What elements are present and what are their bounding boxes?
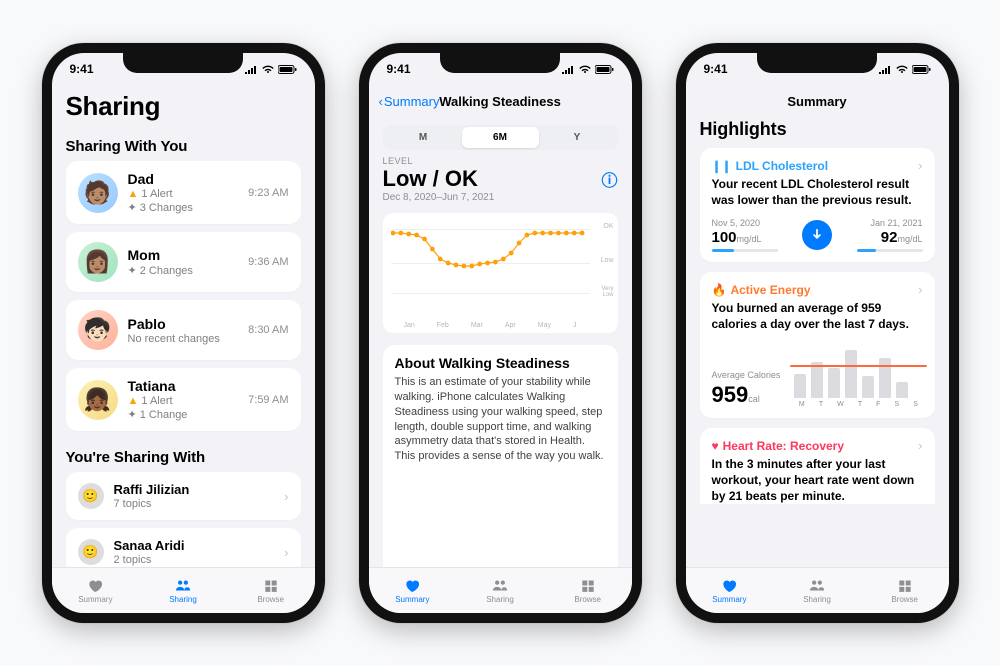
battery-icon	[278, 65, 297, 74]
level-value: Low / OK	[383, 166, 478, 192]
avatar: 🧑🏽	[78, 173, 118, 213]
section-header-in: Sharing With You	[66, 138, 301, 155]
x-axis: JanFebMarAprMayJ	[393, 322, 588, 329]
about-body: This is an estimate of your stability wh…	[395, 375, 606, 464]
contact-name: Dad	[128, 171, 239, 187]
vitals-icon: ❙❙	[712, 159, 732, 173]
avatar: 🧒🏻	[78, 310, 118, 350]
tab-sharing[interactable]: Sharing	[773, 568, 861, 613]
timestamp: 9:23 AM	[248, 187, 288, 199]
nav-title: Summary	[787, 94, 846, 109]
contact-name: Tatiana	[128, 378, 239, 394]
chevron-right-icon: ›	[284, 489, 288, 504]
dot-icon: ✦	[128, 201, 137, 214]
tab-bar: Summary Sharing Browse	[369, 567, 632, 613]
contact-name: Sanaa Aridi	[114, 538, 275, 553]
alert-icon: ▲	[128, 188, 139, 200]
flame-icon: 🔥	[712, 283, 727, 297]
about-card: About Walking Steadiness This is an esti…	[383, 345, 618, 567]
back-button[interactable]: ‹Summary	[379, 94, 440, 109]
steadiness-chart: OK Low Very Low JanFebMarAprMayJ	[383, 213, 618, 333]
outgoing-row[interactable]: 🙂 Raffi Jilizian 7 topics ›	[66, 472, 301, 520]
tab-sharing[interactable]: Sharing	[139, 568, 227, 613]
avatar: 🙂	[78, 539, 104, 565]
section-header-out: You're Sharing With	[66, 449, 301, 466]
contact-row[interactable]: 👧🏾 Tatiana ▲1 Alert ✦1 Change 7:59 AM	[66, 368, 301, 431]
heart-icon: ♥	[712, 439, 719, 453]
chevron-right-icon: ›	[918, 282, 922, 297]
tab-browse[interactable]: Browse	[227, 568, 315, 613]
contact-row[interactable]: 🧑🏽 Dad ▲1 Alert ✦3 Changes 9:23 AM	[66, 161, 301, 224]
tab-browse[interactable]: Browse	[861, 568, 949, 613]
segmented-control[interactable]: M 6M Y	[383, 125, 618, 150]
avatar: 👩🏽	[78, 242, 118, 282]
contact-name: Mom	[128, 247, 239, 263]
info-button[interactable]: ⓘ	[601, 167, 617, 191]
tab-browse[interactable]: Browse	[544, 568, 632, 613]
highlight-energy[interactable]: 🔥Active Energy › You burned an average o…	[700, 272, 935, 418]
arrow-down-icon	[802, 220, 832, 250]
chevron-right-icon: ›	[918, 438, 922, 453]
highlight-ldl[interactable]: ❙❙LDL Cholesterol › Your recent LDL Chol…	[700, 148, 935, 262]
tab-summary[interactable]: Summary	[686, 568, 774, 613]
tab-summary[interactable]: Summary	[52, 568, 140, 613]
notch	[757, 53, 877, 73]
phone-sharing: 9:41 Sharing Sharing With You 🧑🏽 Dad ▲1 …	[42, 43, 325, 623]
wifi-icon	[261, 65, 275, 74]
tab-sharing[interactable]: Sharing	[456, 568, 544, 613]
tab-summary[interactable]: Summary	[369, 568, 457, 613]
signal-icon	[244, 65, 258, 74]
chevron-right-icon: ›	[284, 545, 288, 560]
notch	[440, 53, 560, 73]
date-range: Dec 8, 2020–Jun 7, 2021	[369, 192, 632, 209]
contact-name: Raffi Jilizian	[114, 482, 275, 497]
contact-name: Pablo	[128, 316, 239, 332]
seg-6month[interactable]: 6M	[462, 127, 539, 148]
timestamp: 8:30 AM	[248, 324, 288, 336]
tab-bar: Summary Sharing Browse	[52, 567, 315, 613]
notch	[123, 53, 243, 73]
section-title: Highlights	[700, 119, 935, 140]
contact-row[interactable]: 🧒🏻 Pablo No recent changes 8:30 AM	[66, 300, 301, 360]
highlight-heart-rate[interactable]: ♥Heart Rate: Recovery › In the 3 minutes…	[700, 428, 935, 504]
chevron-left-icon: ‹	[379, 94, 383, 109]
phone-steadiness: 9:41 ‹Summary Walking Steadiness M 6M Y …	[359, 43, 642, 623]
timestamp: 7:59 AM	[248, 394, 288, 406]
contact-row[interactable]: 👩🏽 Mom ✦2 Changes 9:36 AM	[66, 232, 301, 292]
about-title: About Walking Steadiness	[395, 355, 606, 371]
outgoing-row[interactable]: 🙂 Sanaa Aridi 2 topics ›	[66, 528, 301, 567]
calorie-bars	[794, 342, 922, 398]
avatar: 🙂	[78, 483, 104, 509]
nav-title: Walking Steadiness	[439, 94, 561, 109]
nav-bar: Summary	[686, 85, 949, 117]
timestamp: 9:36 AM	[248, 256, 288, 268]
seg-month[interactable]: M	[385, 127, 462, 148]
avatar: 👧🏾	[78, 380, 118, 420]
page-title: Sharing	[66, 91, 301, 122]
chevron-right-icon: ›	[918, 158, 922, 173]
nav-bar: ‹Summary Walking Steadiness	[369, 85, 632, 117]
phone-highlights: 9:41 Summary Highlights ❙❙LDL Cholestero…	[676, 43, 959, 623]
level-caption: LEVEL	[369, 156, 632, 166]
status-icons	[244, 65, 297, 74]
seg-year[interactable]: Y	[539, 127, 616, 148]
tab-bar: Summary Sharing Browse	[686, 567, 949, 613]
status-time: 9:41	[70, 62, 94, 76]
